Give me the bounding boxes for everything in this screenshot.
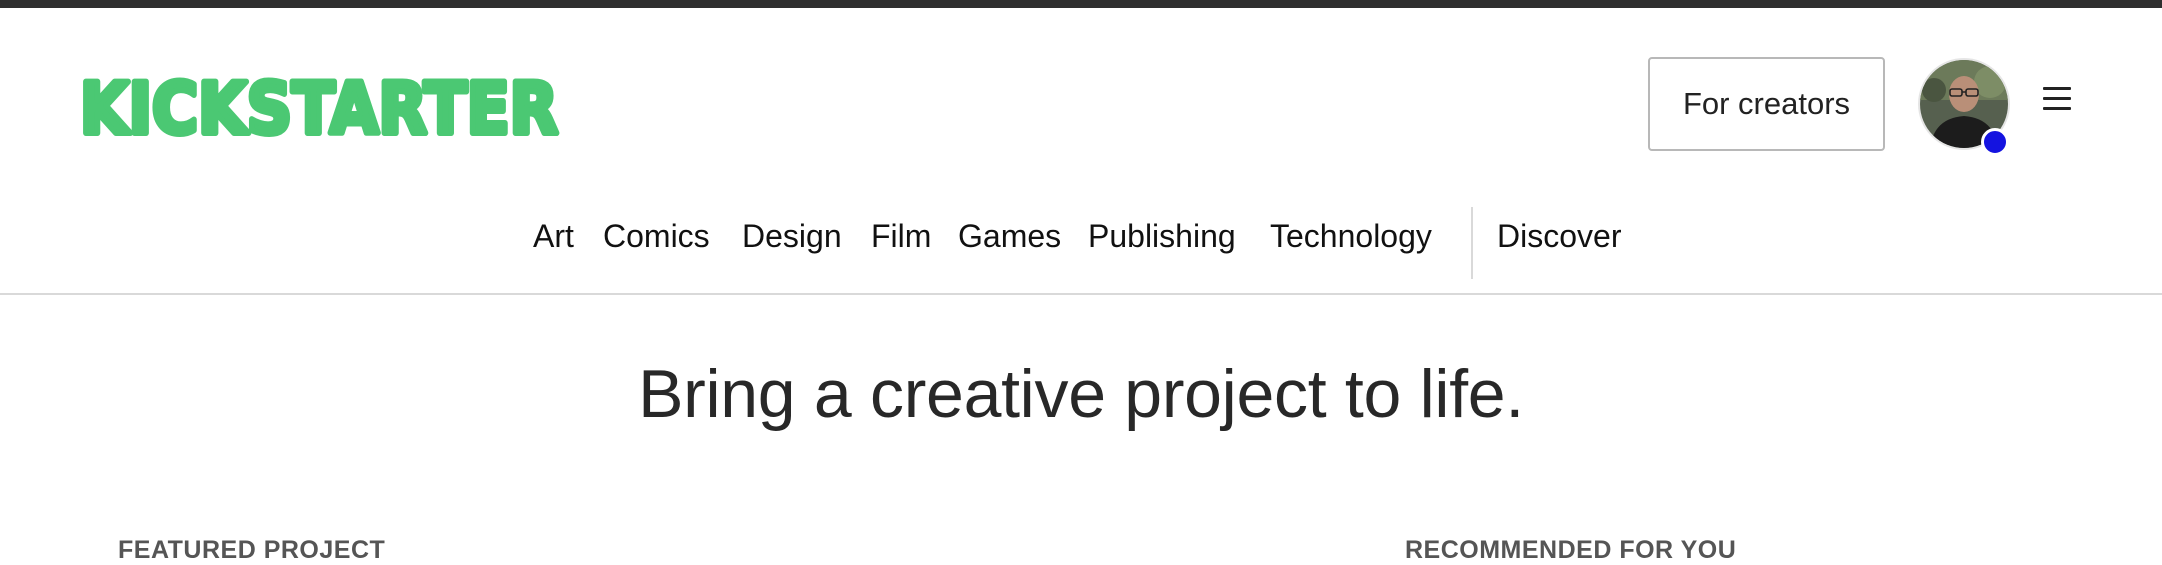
nav-item-publishing[interactable]: Publishing [1088,218,1236,255]
notification-dot [1981,128,2009,156]
hamburger-menu-icon[interactable] [2041,83,2075,113]
for-creators-button[interactable]: For creators [1648,57,1885,151]
nav-divider [1471,207,1473,279]
svg-text:KICKSTARTER: KICKSTARTER [80,72,558,144]
nav-item-discover[interactable]: Discover [1497,218,1621,255]
nav-item-technology[interactable]: Technology [1270,218,1432,255]
nav-item-design[interactable]: Design [742,218,842,255]
nav-item-art[interactable]: Art [533,218,574,255]
nav-item-comics[interactable]: Comics [603,218,710,255]
top-strip [0,0,2162,8]
category-nav: Art Comics Design Film Games Publishing … [0,198,2162,279]
kickstarter-logo-icon: KICKSTARTER [80,72,560,144]
recommended-label: RECOMMENDED FOR YOU [1405,536,1737,564]
nav-item-film[interactable]: Film [871,218,931,255]
page-headline: Bring a creative project to life. [638,356,1524,432]
nav-item-games[interactable]: Games [958,218,1061,255]
kickstarter-logo[interactable]: KICKSTARTER [80,72,560,144]
featured-project-label: FEATURED PROJECT [118,536,386,564]
site-header: KICKSTARTER For creators Art Comics Desi… [0,8,2162,295]
